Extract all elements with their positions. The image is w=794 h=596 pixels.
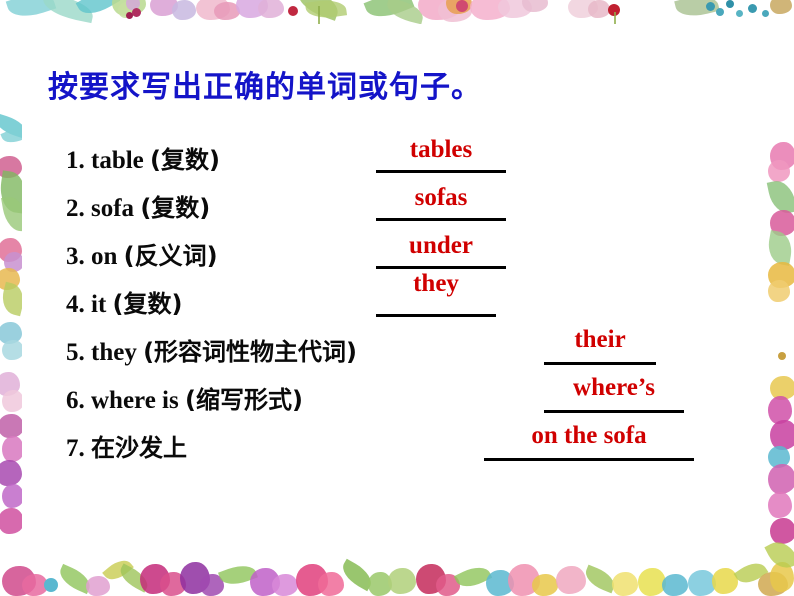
question-row: 3. on (反义词) under — [66, 232, 746, 280]
question-number: 1. — [66, 147, 85, 174]
question-prompt-en: where is — [91, 387, 179, 414]
question-prompt: 4. it (复数) — [66, 284, 182, 319]
question-row: 2. sofa (复数) sofas — [66, 184, 746, 232]
floral-border-left-icon — [0, 0, 24, 596]
question-prompt-cn: (缩写形式) — [184, 386, 303, 414]
question-prompt-cn: 在沙发上 — [91, 434, 187, 462]
answer-blank[interactable]: sofas — [376, 184, 506, 228]
question-prompt: 6. where is (缩写形式) — [66, 380, 303, 415]
question-prompt: 7. 在沙发上 — [66, 428, 187, 463]
question-number: 7. — [66, 435, 85, 462]
question-prompt: 3. on (反义词) — [66, 236, 218, 271]
answer-text: under — [409, 232, 473, 259]
answer-blank[interactable]: where’s — [544, 374, 684, 420]
question-prompt: 1. table (复数) — [66, 140, 220, 175]
answer-text: they — [413, 270, 459, 297]
question-row: 5. they (形容词性物主代词) their — [66, 326, 746, 376]
question-prompt: 2. sofa (复数) — [66, 188, 210, 223]
answer-underline — [544, 362, 656, 365]
question-list: 1. table (复数) tables 2. sofa (复数) sofas 3. o… — [66, 136, 746, 472]
question-row: 7. 在沙发上 on the sofa — [66, 422, 746, 472]
answer-text: on the sofa — [531, 422, 647, 449]
question-prompt-en: on — [91, 243, 118, 270]
question-prompt-cn: (复数) — [112, 290, 183, 318]
question-prompt-cn: (反义词) — [123, 242, 218, 270]
question-number: 2. — [66, 195, 85, 222]
question-prompt-en: they — [91, 339, 137, 366]
question-prompt-en: it — [91, 291, 107, 318]
answer-blank[interactable]: on the sofa — [484, 422, 694, 468]
answer-underline — [544, 410, 684, 413]
answer-text: their — [574, 326, 626, 353]
question-number: 6. — [66, 387, 85, 414]
floral-border-bottom-icon — [0, 544, 794, 596]
floral-border-right-icon — [764, 0, 794, 596]
answer-underline — [484, 458, 694, 461]
answer-blank[interactable]: they — [376, 270, 496, 324]
question-prompt-cn: (复数) — [140, 194, 211, 222]
question-prompt-cn: (复数) — [150, 146, 220, 174]
question-number: 3. — [66, 243, 85, 270]
floral-border-top-icon — [0, 0, 794, 26]
question-row: 6. where is (缩写形式) where’s — [66, 374, 746, 424]
answer-text: sofas — [414, 184, 468, 211]
answer-underline — [376, 266, 506, 269]
answer-underline — [376, 170, 506, 173]
answer-blank[interactable]: tables — [376, 136, 506, 180]
question-number: 4. — [66, 291, 85, 318]
question-prompt-en: table — [91, 147, 144, 174]
question-prompt-cn: (形容词性物主代词) — [143, 338, 358, 366]
slide-canvas: 按要求写出正确的单词或句子。 1. table (复数) tables 2. sof… — [0, 0, 794, 596]
answer-text: where’s — [573, 374, 655, 401]
answer-underline — [376, 314, 496, 317]
question-prompt-en: sofa — [91, 195, 135, 222]
question-number: 5. — [66, 339, 85, 366]
page-title: 按要求写出正确的单词或句子。 — [48, 70, 482, 105]
question-row: 4. it (复数) they — [66, 270, 746, 328]
question-prompt: 5. they (形容词性物主代词) — [66, 332, 357, 367]
answer-blank[interactable]: their — [544, 326, 656, 372]
answer-underline — [376, 218, 506, 221]
question-row: 1. table (复数) tables — [66, 136, 746, 184]
content-panel: 按要求写出正确的单词或句子。 1. table (复数) tables 2. sof… — [22, 24, 750, 546]
answer-text: tables — [409, 136, 473, 163]
